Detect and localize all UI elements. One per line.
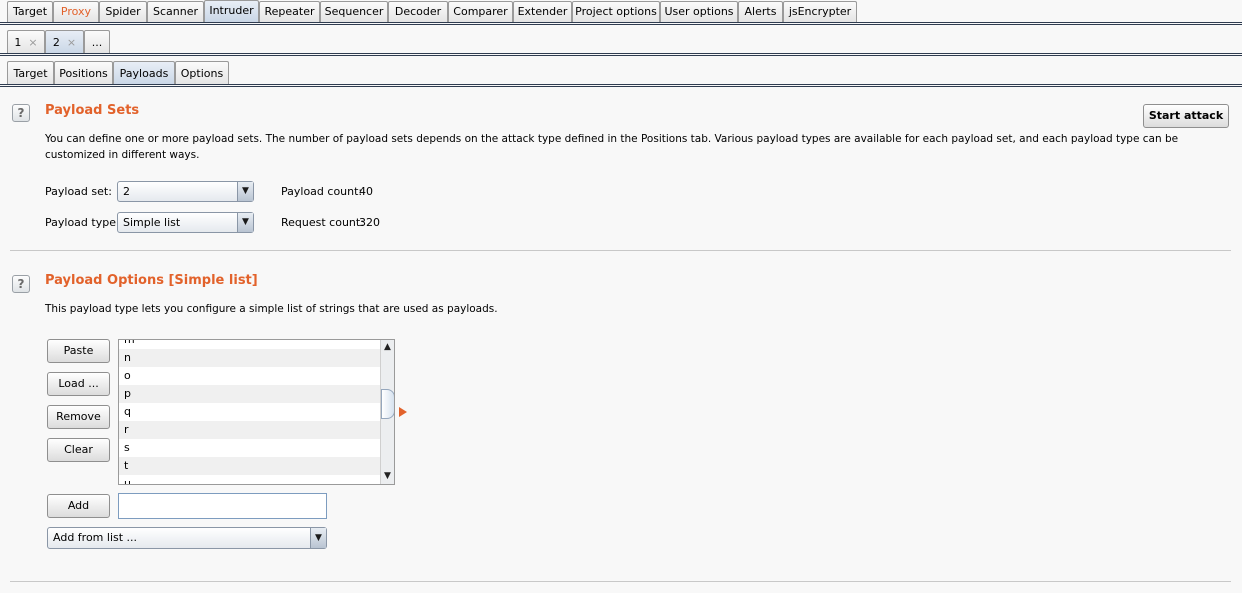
sub-tab-bar: Target Positions Payloads Options [0, 61, 1242, 85]
add-payload-input[interactable] [118, 493, 327, 519]
subtab-target[interactable]: Target [7, 61, 54, 85]
tab-bar-divider [0, 22, 1242, 25]
payload-set-label: Payload set: [45, 185, 112, 198]
payload-options-title: Payload Options [Simple list] [45, 273, 258, 288]
payload-count-value: 40 [359, 185, 373, 198]
payload-list[interactable]: m n o p q r s t u ▲ ▼ [118, 339, 395, 485]
payload-type-dropdown[interactable]: Simple list ▼ [117, 212, 254, 233]
subtab-options[interactable]: Options [175, 61, 229, 85]
tab-proxy[interactable]: Proxy [53, 1, 99, 22]
payload-sets-description-cont: customized in different ways. [45, 149, 200, 161]
payload-type-label: Payload type: [45, 216, 120, 229]
list-item[interactable]: t [119, 457, 380, 475]
chevron-down-icon: ▼ [310, 528, 326, 548]
payload-set-value: 2 [123, 185, 130, 198]
main-tab-bar: Target Proxy Spider Scanner Intruder Rep… [0, 0, 1242, 22]
payload-type-value: Simple list [123, 216, 181, 229]
start-attack-button[interactable]: Start attack [1143, 104, 1229, 128]
tab-user-options[interactable]: User options [660, 1, 738, 22]
attack-tab-2[interactable]: 2 × [45, 30, 84, 54]
attack-tab-divider [0, 53, 1242, 56]
tab-sequencer[interactable]: Sequencer [320, 1, 388, 22]
add-button[interactable]: Add [47, 494, 110, 518]
payload-set-dropdown[interactable]: 2 ▼ [117, 181, 254, 202]
scrollbar-thumb[interactable] [381, 389, 394, 419]
list-item[interactable]: r [119, 421, 380, 439]
tab-repeater[interactable]: Repeater [259, 1, 320, 22]
tab-project-options[interactable]: Project options [572, 1, 660, 22]
list-item[interactable]: o [119, 367, 380, 385]
tab-decoder[interactable]: Decoder [388, 1, 448, 22]
tab-jsencrypter[interactable]: jsEncrypter [783, 1, 857, 22]
expand-arrow-icon[interactable] [399, 407, 407, 417]
sub-tab-divider [0, 84, 1242, 87]
chevron-down-icon: ▼ [237, 213, 253, 232]
section-divider [10, 581, 1231, 582]
subtab-positions[interactable]: Positions [54, 61, 113, 85]
chevron-down-icon: ▼ [237, 182, 253, 201]
load-button[interactable]: Load ... [47, 372, 110, 396]
paste-button[interactable]: Paste [47, 339, 110, 363]
tab-comparer[interactable]: Comparer [448, 1, 513, 22]
add-from-list-dropdown[interactable]: Add from list ... ▼ [47, 527, 327, 549]
payload-list-scrollbar[interactable]: ▲ ▼ [380, 340, 394, 484]
list-item[interactable]: q [119, 403, 380, 421]
attack-tab-new[interactable]: ... [84, 30, 110, 54]
list-item[interactable]: s [119, 439, 380, 457]
payload-sets-description: You can define one or more payload sets.… [45, 133, 1179, 145]
close-icon[interactable]: × [67, 36, 76, 49]
payload-count-label: Payload count: [281, 185, 363, 198]
scroll-up-icon[interactable]: ▲ [381, 341, 394, 354]
list-item[interactable]: m [119, 340, 380, 349]
tab-alerts[interactable]: Alerts [738, 1, 783, 22]
tab-spider[interactable]: Spider [99, 1, 147, 22]
payload-sets-title: Payload Sets [45, 103, 140, 118]
close-icon[interactable]: × [28, 36, 37, 49]
clear-button[interactable]: Clear [47, 438, 110, 462]
list-item[interactable]: n [119, 349, 380, 367]
list-item[interactable]: p [119, 385, 380, 403]
list-item[interactable]: u [119, 475, 380, 484]
payload-list-rows: m n o p q r s t u [119, 340, 380, 484]
tab-target[interactable]: Target [7, 1, 53, 22]
tab-intruder[interactable]: Intruder [204, 0, 259, 22]
request-count-value: 320 [359, 216, 380, 229]
remove-button[interactable]: Remove [47, 405, 110, 429]
attack-tab-1[interactable]: 1 × [7, 30, 45, 54]
help-icon[interactable]: ? [12, 104, 30, 122]
tab-scanner[interactable]: Scanner [147, 1, 204, 22]
attack-tab-bar: 1 × 2 × ... [0, 30, 1242, 54]
request-count-label: Request count: [281, 216, 364, 229]
add-from-list-value: Add from list ... [53, 531, 138, 544]
payload-options-description: This payload type lets you configure a s… [45, 303, 498, 315]
section-divider [10, 250, 1231, 251]
tab-extender[interactable]: Extender [513, 1, 572, 22]
scroll-down-icon[interactable]: ▼ [381, 470, 394, 483]
subtab-payloads[interactable]: Payloads [113, 61, 175, 85]
help-icon[interactable]: ? [12, 275, 30, 293]
